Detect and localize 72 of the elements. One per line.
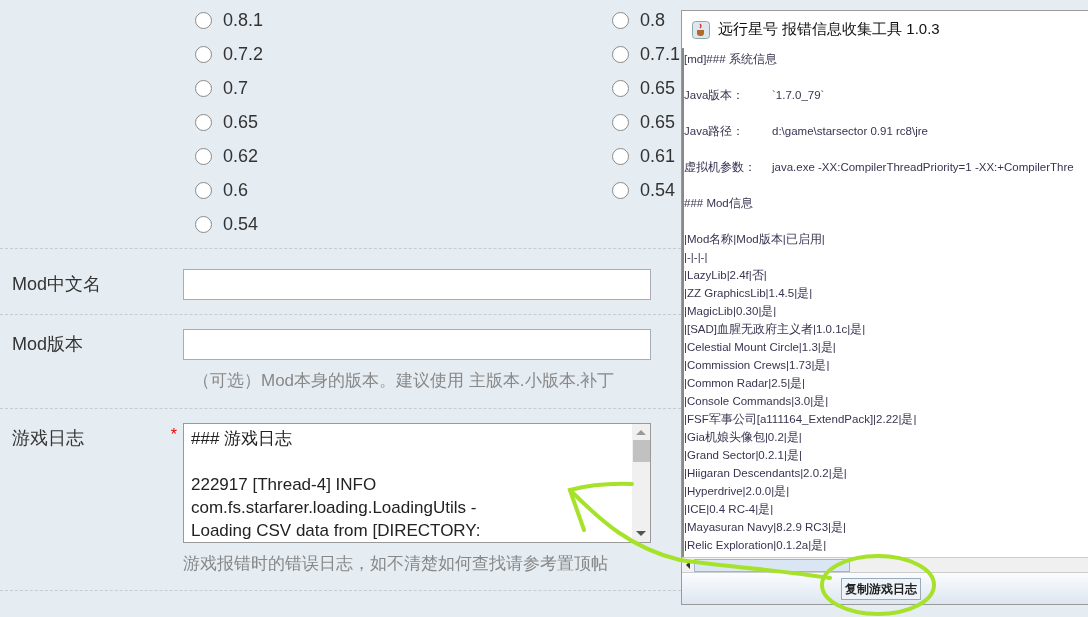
radio-label: 0.7 [223, 76, 249, 100]
info-value: java.exe -XX:CompilerThreadPriority=1 -XX:+CompilerThre [772, 160, 1074, 175]
mod-table-row: |Common Radar|2.5|是| [684, 377, 806, 389]
field-label: Mod中文名 [12, 273, 101, 296]
radio-button[interactable] [612, 45, 629, 63]
radio-button[interactable] [195, 113, 212, 131]
mod-table-row: |Console Commands|3.0|是| [684, 395, 829, 407]
log-heading: [md]### 系统信息 [684, 53, 777, 65]
radio-label: 0.6 [223, 178, 249, 202]
mod-table-row: |Hyperdrive|2.0.0|是| [684, 485, 790, 497]
radio-label: 0.62 [223, 144, 259, 168]
mod-table-row: |Mod名称|Mod版本|已启用| [684, 233, 825, 245]
radio-label: 0.65 [640, 110, 676, 134]
radio-label: 0.7.1 [640, 42, 681, 66]
field-hint: （可选）Mod本身的版本。建议使用 主版本.小版本.补丁 [193, 370, 615, 392]
radio-button[interactable] [612, 181, 629, 199]
radio-label: 0.54 [223, 212, 259, 236]
info-label: 虚拟机参数： [684, 160, 757, 175]
log-line: 222917 [Thread-4] INFO [191, 473, 377, 496]
radio-label: 0.7.2 [223, 42, 264, 66]
scrollbar-thumb[interactable] [632, 439, 650, 462]
vertical-scrollbar[interactable] [632, 423, 650, 542]
log-line: Loading CSV data from [DIRECTORY: [191, 519, 481, 542]
radio-button[interactable] [612, 11, 629, 29]
radio-button[interactable] [612, 147, 629, 165]
text-input[interactable] [183, 269, 651, 300]
radio-label: 0.8 [640, 8, 666, 32]
log-textarea[interactable]: ### 游戏日志 222917 [Thread-4] INFO com.fs.starfarer.loading.LoadingUtils - Loading CSV data from [DIRECTORY: [183, 422, 651, 543]
radio-button[interactable] [195, 11, 212, 29]
radio-label: 0.65 [223, 110, 259, 134]
radio-button[interactable] [195, 79, 212, 97]
radio-button[interactable] [195, 181, 212, 199]
radio-label: 0.61 [640, 144, 676, 168]
required-mark: * [170, 424, 177, 445]
mod-table-row: |Mayasuran Navy|8.2.9 RC3|是| [684, 521, 846, 533]
radio-label: 0.54 [640, 178, 676, 202]
mod-table-row: |Gia机娘头像包|0.2|是| [684, 431, 802, 443]
mod-table-row: |Celestial Mount Circle|1.3|是| [684, 341, 836, 353]
mod-table-row: |ZZ GraphicsLib|1.4.5|是| [684, 287, 813, 299]
info-label: Java路径： [684, 124, 746, 139]
log-heading: ### Mod信息 [684, 197, 753, 209]
mod-table-row: |ICE|0.4 RC-4|是| [684, 503, 774, 515]
field-hint: 游戏报错时的错误日志，如不清楚如何查找请参考置顶帖 [183, 552, 608, 575]
radio-button[interactable] [195, 147, 212, 165]
mod-table-row: |Commission Crews|1.73|是| [684, 359, 830, 371]
mod-table-row: |Grand Sector|0.2.1|是| [684, 449, 802, 461]
info-value: d:\game\starsector 0.91 rc8\jre [772, 124, 928, 139]
radio-button[interactable] [195, 215, 212, 233]
log-line: com.fs.starfarer.loading.LoadingUtils - [191, 496, 477, 519]
window-title: 远行星号 报错信息收集工具 1.0.3 [718, 19, 940, 40]
info-label: Java版本： [684, 88, 746, 103]
info-value: `1.7.0_79` [772, 88, 825, 103]
radio-label: 0.8.1 [223, 8, 264, 32]
mod-table-row: |LazyLib|2.4f|否| [684, 269, 767, 281]
radio-label: 0.65 [640, 76, 676, 100]
radio-button[interactable] [195, 45, 212, 63]
mod-table-row: |[SAD]血腥无政府主义者|1.0.1c|是| [684, 323, 866, 335]
scroll-up-icon[interactable] [636, 429, 646, 435]
radio-button[interactable] [612, 79, 629, 97]
mod-table-row: |Relic Exploration|0.1.2a|是| [684, 539, 827, 551]
field-label: Mod版本 [12, 333, 83, 356]
radio-button[interactable] [612, 113, 629, 131]
log-line: ### 游戏日志 [191, 427, 293, 450]
mod-table-row: |Hiigaran Descendants|2.0.2|是| [684, 467, 847, 479]
mod-table-row: |-|-|-| [684, 251, 708, 263]
mod-table-row: |FSF军事公司[a111164_ExtendPack]|2.22|是| [684, 413, 917, 425]
field-label: 游戏日志 [12, 426, 84, 450]
scroll-down-icon[interactable] [636, 530, 646, 536]
text-input[interactable] [183, 329, 651, 360]
copy-log-button[interactable]: 复制游戏日志 [841, 577, 921, 600]
mod-table-row: |MagicLib|0.30|是| [684, 305, 777, 317]
java-cup-icon [692, 20, 710, 39]
